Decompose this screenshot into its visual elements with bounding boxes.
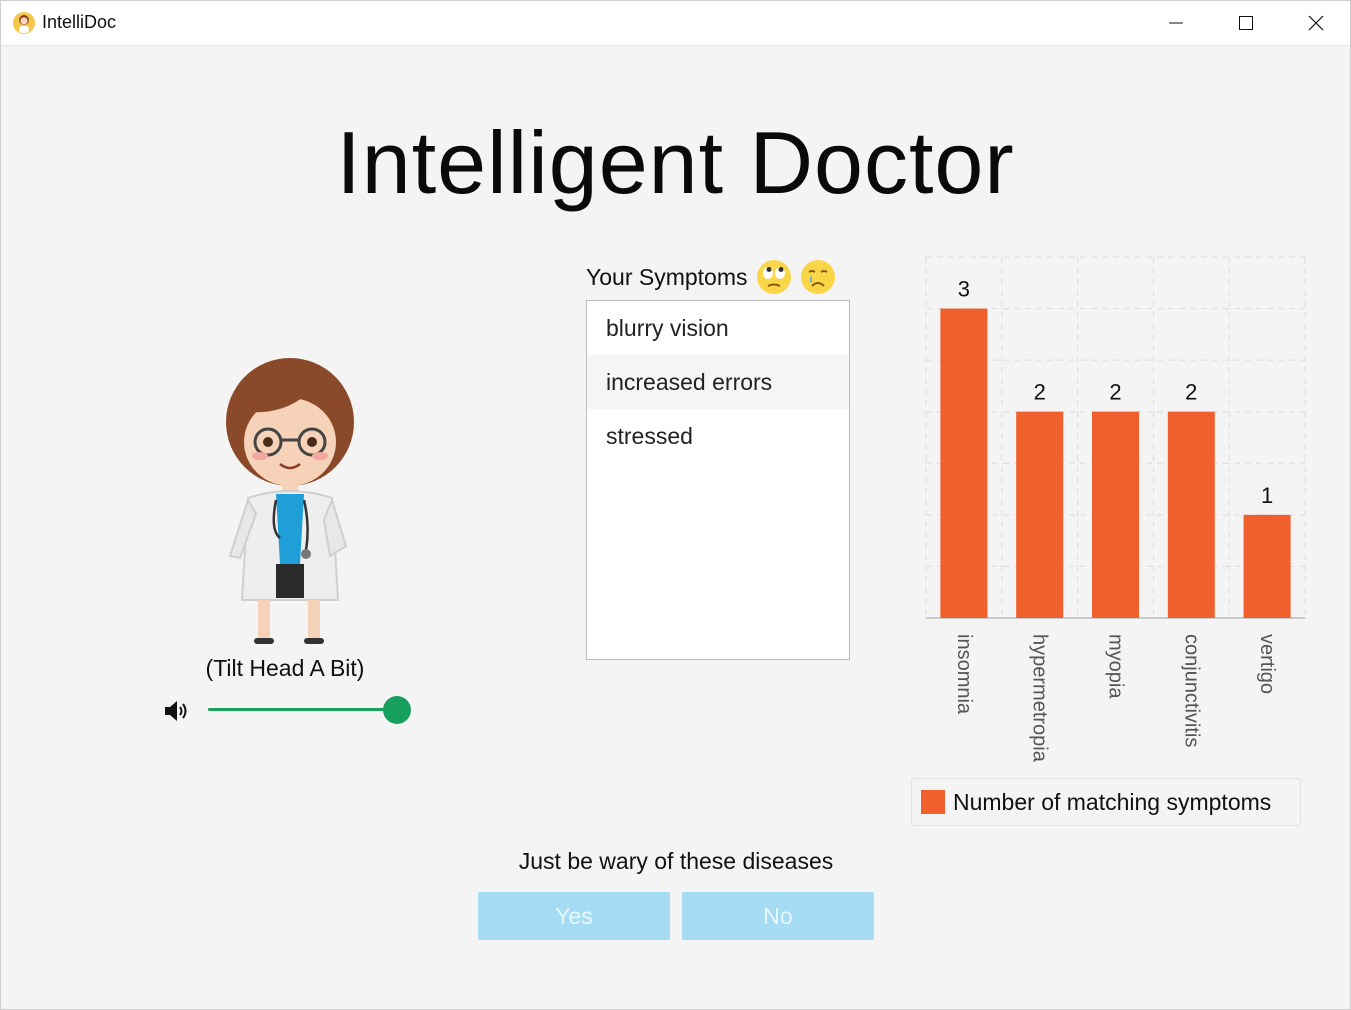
no-button[interactable]: No (682, 892, 874, 940)
tick-label: conjunctivitis (1180, 634, 1202, 747)
wary-message: Just be wary of these diseases (518, 848, 834, 874)
list-item[interactable]: increased errors (587, 355, 849, 409)
list-item[interactable]: stressed (587, 409, 849, 463)
bar (1092, 411, 1139, 618)
tilt-head-caption: (Tilt Head A Bit) (205, 655, 365, 681)
legend-label: Number of matching symptoms (953, 788, 1272, 815)
tick-label: myopia (1105, 634, 1127, 699)
symptoms-header: Your Symptoms (586, 260, 836, 294)
bar (1167, 411, 1215, 618)
list-item[interactable]: blurry vision (587, 301, 849, 355)
bar (940, 308, 988, 618)
symptoms-list[interactable]: blurry vision increased errors stressed (586, 300, 850, 660)
yes-button[interactable]: Yes (478, 892, 670, 940)
minimize-button[interactable] (1141, 0, 1211, 45)
data-label: 2 (1185, 380, 1197, 405)
bar (1243, 514, 1291, 618)
maximize-icon (1239, 15, 1253, 30)
doctor-avatar-icon (13, 12, 35, 34)
page-title: Intelligent Doctor (336, 113, 1015, 212)
symptoms-title: Your Symptoms (586, 263, 748, 290)
close-button[interactable] (1281, 0, 1351, 45)
volume-slider-track[interactable] (208, 708, 398, 711)
tick-label: insomnia (953, 634, 975, 715)
bar (1016, 411, 1064, 618)
data-label: 2 (1034, 380, 1046, 405)
close-icon (1308, 15, 1324, 30)
data-label: 1 (1261, 483, 1273, 508)
tick-label: vertigo (1256, 634, 1278, 694)
eye-roll-emoji (756, 260, 791, 294)
data-label: 3 (958, 277, 970, 302)
speaker-icon[interactable] (162, 698, 190, 724)
minimize-icon (1169, 22, 1183, 23)
volume-slider-thumb[interactable] (383, 696, 411, 724)
maximize-button[interactable] (1211, 0, 1281, 45)
legend-swatch (921, 790, 945, 814)
disease-bar-chart: 3 insomnia 2 hypermetropia 2 myopia 2 conjuncti… (925, 256, 1306, 763)
title-bar: IntelliDoc (0, 0, 1351, 46)
crying-face-emoji (800, 260, 835, 294)
tick-label: hypermetropia (1029, 634, 1051, 763)
data-label: 2 (1109, 380, 1121, 405)
window-title: IntelliDoc (42, 12, 117, 32)
doctor-avatar[interactable] (210, 350, 370, 650)
chart-legend: Number of matching symptoms (911, 778, 1301, 826)
